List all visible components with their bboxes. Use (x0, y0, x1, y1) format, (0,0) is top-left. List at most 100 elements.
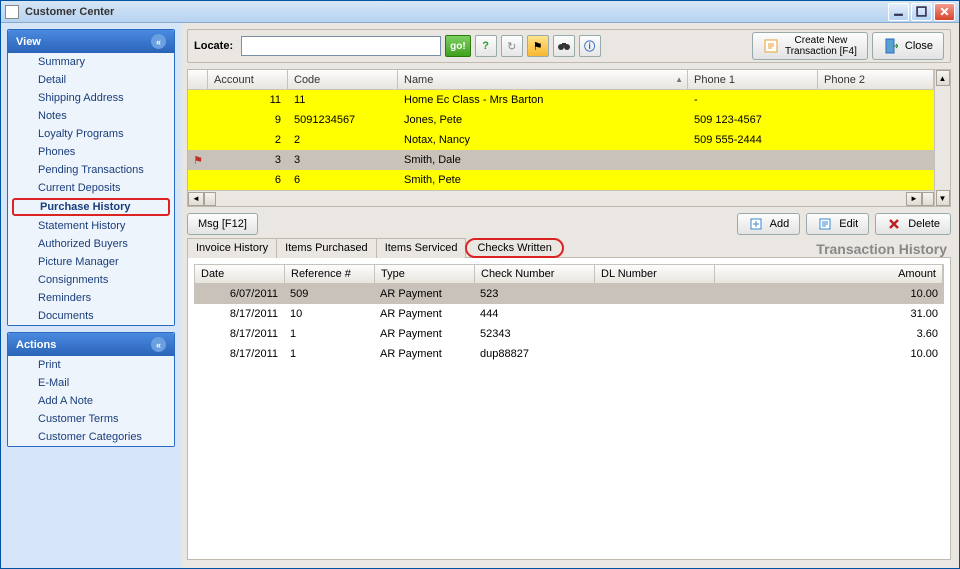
action-print[interactable]: Print (8, 356, 174, 374)
cell-type: AR Payment (374, 284, 474, 304)
cell-ref: 1 (284, 344, 374, 364)
go-button[interactable]: go! (445, 35, 471, 57)
close-label: Close (905, 40, 933, 52)
action-customer-terms[interactable]: Customer Terms (8, 410, 174, 428)
cell-phone1 (688, 150, 818, 170)
transaction-row[interactable]: 8/17/20111AR Paymentdup8882710.00 (194, 344, 944, 364)
flag-icon: ⚑ (193, 154, 203, 167)
customer-row[interactable]: 1111Home Ec Class - Mrs Barton- (188, 90, 934, 110)
cell-phone2 (818, 170, 934, 190)
flag-cell: ⚑ (188, 150, 208, 170)
view-panel-header[interactable]: View « (8, 30, 174, 53)
scroll-up-button[interactable]: ▲ (936, 70, 950, 86)
cell-phone2 (818, 150, 934, 170)
col-dl-number[interactable]: DL Number (595, 265, 715, 283)
actions-panel-header[interactable]: Actions « (8, 333, 174, 356)
nav-summary[interactable]: Summary (8, 53, 174, 71)
action-add-a-note[interactable]: Add A Note (8, 392, 174, 410)
door-icon (883, 38, 899, 54)
nav-shipping-address[interactable]: Shipping Address (8, 89, 174, 107)
cell-date: 8/17/2011 (194, 344, 284, 364)
customer-row[interactable]: 66Smith, Pete (188, 170, 934, 190)
nav-purchase-history[interactable]: Purchase History (12, 198, 170, 216)
minimize-button[interactable] (888, 3, 909, 21)
nav-picture-manager[interactable]: Picture Manager (8, 253, 174, 271)
close-window-button[interactable] (934, 3, 955, 21)
tab-items-purchased[interactable]: Items Purchased (276, 238, 377, 258)
toolbar: Locate: go! ? ↻ ⚑ ⓘ Create New Transacti… (187, 29, 951, 63)
customer-grid: Account Code Name▲ Phone 1 Phone 2 1111H… (187, 69, 951, 207)
info-button[interactable]: ⓘ (579, 35, 601, 57)
col-reference[interactable]: Reference # (285, 265, 375, 283)
nav-notes[interactable]: Notes (8, 107, 174, 125)
edit-button[interactable]: Edit (806, 213, 869, 235)
nav-pending-transactions[interactable]: Pending Transactions (8, 161, 174, 179)
customer-grid-hscroll[interactable]: ◄ ► (188, 190, 934, 206)
customer-row[interactable]: ⚑33Smith, Dale (188, 150, 934, 170)
cell-date: 8/17/2011 (194, 324, 284, 344)
nav-current-deposits[interactable]: Current Deposits (8, 179, 174, 197)
maximize-button[interactable] (911, 3, 932, 21)
help-button[interactable]: ? (475, 35, 497, 57)
sort-asc-icon: ▲ (675, 75, 683, 84)
cell-type: AR Payment (374, 344, 474, 364)
msg-button[interactable]: Msg [F12] (187, 213, 258, 235)
customer-row[interactable]: 95091234567Jones, Pete509 123-4567 (188, 110, 934, 130)
nav-documents[interactable]: Documents (8, 307, 174, 325)
nav-detail[interactable]: Detail (8, 71, 174, 89)
cell-name: Home Ec Class - Mrs Barton (398, 90, 688, 110)
col-account[interactable]: Account (208, 70, 288, 89)
flag-cell (188, 170, 208, 190)
scroll-grip-icon[interactable] (922, 192, 934, 206)
transaction-row[interactable]: 6/07/2011509AR Payment52310.00 (194, 284, 944, 304)
cell-amount: 31.00 (714, 304, 944, 324)
nav-statement-history[interactable]: Statement History (8, 217, 174, 235)
col-code[interactable]: Code (288, 70, 398, 89)
binoculars-button[interactable] (553, 35, 575, 57)
flag-cell (188, 110, 208, 130)
col-phone1[interactable]: Phone 1 (688, 70, 818, 89)
col-type[interactable]: Type (375, 265, 475, 283)
cell-phone1: - (688, 90, 818, 110)
scroll-thumb[interactable] (204, 192, 216, 206)
transaction-history-title: Transaction History (816, 241, 947, 257)
transaction-row[interactable]: 8/17/201110AR Payment44431.00 (194, 304, 944, 324)
add-button[interactable]: Add (737, 213, 801, 235)
view-panel-title: View (16, 36, 41, 48)
nav-phones[interactable]: Phones (8, 143, 174, 161)
action-e-mail[interactable]: E-Mail (8, 374, 174, 392)
scroll-down-button[interactable]: ▼ (936, 190, 950, 206)
tab-items-serviced[interactable]: Items Serviced (376, 238, 467, 258)
transaction-row[interactable]: 8/17/20111AR Payment523433.60 (194, 324, 944, 344)
window-title: Customer Center (25, 6, 886, 18)
col-phone2[interactable]: Phone 2 (818, 70, 934, 89)
cell-check: 523 (474, 284, 594, 304)
col-check-number[interactable]: Check Number (475, 265, 595, 283)
app-icon (5, 5, 19, 19)
action-customer-categories[interactable]: Customer Categories (8, 428, 174, 446)
col-date[interactable]: Date (195, 265, 285, 283)
delete-button[interactable]: Delete (875, 213, 951, 235)
col-name[interactable]: Name▲ (398, 70, 688, 89)
nav-reminders[interactable]: Reminders (8, 289, 174, 307)
cell-dl (594, 344, 714, 364)
nav-authorized-buyers[interactable]: Authorized Buyers (8, 235, 174, 253)
flag-button[interactable]: ⚑ (527, 35, 549, 57)
nav-consignments[interactable]: Consignments (8, 271, 174, 289)
tab-checks-written[interactable]: Checks Written (465, 238, 563, 258)
col-amount[interactable]: Amount (715, 265, 943, 283)
customer-row[interactable]: 22Notax, Nancy509 555-2444 (188, 130, 934, 150)
cell-date: 8/17/2011 (194, 304, 284, 324)
scroll-left-button[interactable]: ◄ (188, 192, 204, 206)
create-new-label: Create New Transaction [F4] (785, 35, 857, 57)
close-button[interactable]: Close (872, 32, 944, 60)
create-new-transaction-button[interactable]: Create New Transaction [F4] (752, 32, 868, 60)
customer-grid-vscroll[interactable]: ▲ ▼ (934, 70, 950, 206)
scroll-right-button[interactable]: ► (906, 192, 922, 206)
refresh-button[interactable]: ↻ (501, 35, 523, 57)
locate-input[interactable] (241, 36, 441, 56)
nav-loyalty-programs[interactable]: Loyalty Programs (8, 125, 174, 143)
cell-name: Jones, Pete (398, 110, 688, 130)
tab-invoice-history[interactable]: Invoice History (187, 238, 277, 258)
cell-code: 3 (288, 150, 398, 170)
